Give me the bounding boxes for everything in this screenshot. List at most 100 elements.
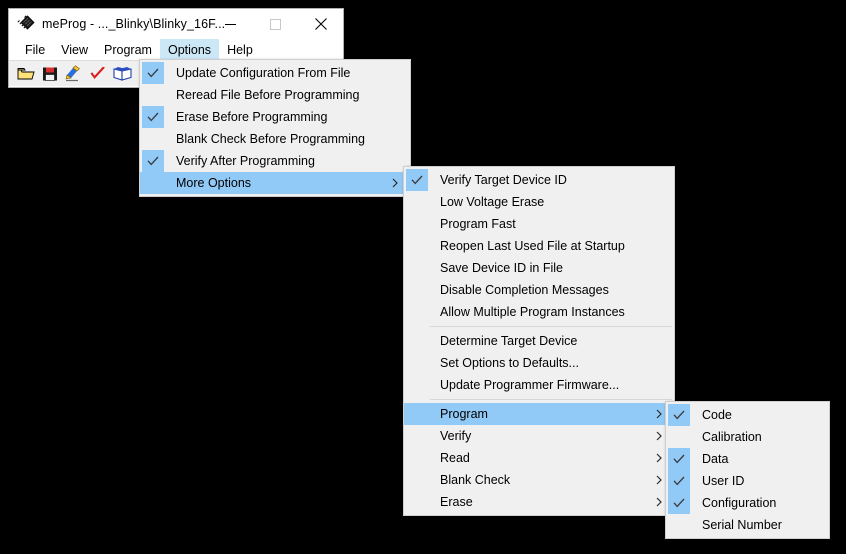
save-file-icon[interactable] (39, 63, 61, 85)
menu-item-calibration[interactable]: Calibration (666, 426, 829, 448)
checkmark-slot (406, 447, 428, 469)
more-options-menu: Verify Target Device ID Low Voltage Eras… (403, 166, 675, 516)
chip-icon (17, 15, 35, 33)
checkmark-slot (406, 374, 428, 396)
checkmark-slot (406, 257, 428, 279)
checkmark-slot (406, 425, 428, 447)
menu-separator (430, 399, 672, 400)
menu-item-code[interactable]: Code (666, 404, 829, 426)
menu-item-low-voltage-erase[interactable]: Low Voltage Erase (404, 191, 674, 213)
window-controls (208, 9, 343, 39)
menu-item-save-device-id-in-file[interactable]: Save Device ID in File (404, 257, 674, 279)
close-button[interactable] (298, 9, 343, 39)
checkmark-slot (406, 191, 428, 213)
menu-item-label: Reread File Before Programming (176, 88, 360, 102)
open-file-icon[interactable] (15, 63, 37, 85)
checkmark-slot (142, 84, 164, 106)
checkmark-icon (406, 169, 428, 191)
menu-item-label: Update Configuration From File (176, 66, 351, 80)
menu-item-label: Update Programmer Firmware... (440, 378, 620, 392)
checkmark-slot (142, 172, 164, 194)
menu-item-determine-target-device[interactable]: Determine Target Device (404, 330, 674, 352)
menu-item-label: More Options (176, 176, 252, 190)
menu-item-disable-completion-messages[interactable]: Disable Completion Messages (404, 279, 674, 301)
menu-item-configuration[interactable]: Configuration (666, 492, 829, 514)
menu-item-label: Blank Check Before Programming (176, 132, 365, 146)
menu-item-label: Save Device ID in File (440, 261, 563, 275)
menu-bar-item-program[interactable]: Program (96, 39, 160, 60)
menu-item-label: Program Fast (440, 217, 516, 231)
menu-item-update-programmer-firmware[interactable]: Update Programmer Firmware... (404, 374, 674, 396)
verify-device-icon[interactable] (87, 63, 109, 85)
checkmark-slot (406, 469, 428, 491)
menu-item-label: Disable Completion Messages (440, 283, 609, 297)
menu-item-reopen-last-used-file-at-startup[interactable]: Reopen Last Used File at Startup (404, 235, 674, 257)
menu-bar-label: View (61, 42, 89, 57)
menu-separator (430, 326, 672, 327)
checkmark-slot (406, 235, 428, 257)
checkmark-icon (668, 470, 690, 492)
menu-item-label: Verify (440, 429, 472, 443)
menu-item-allow-multiple-program-instances[interactable]: Allow Multiple Program Instances (404, 301, 674, 323)
menu-bar-item-options[interactable]: Options (159, 39, 220, 60)
program-submenu: Code Calibration Data User ID Configurat… (665, 401, 830, 539)
menu-item-program-fast[interactable]: Program Fast (404, 213, 674, 235)
menu-item-label: Reopen Last Used File at Startup (440, 239, 625, 253)
menu-bar-label: Options (167, 42, 212, 57)
checkmark-slot (668, 514, 690, 536)
menu-item-label: Data (702, 452, 729, 466)
title-bar[interactable]: meProg - ..._Blinky\Blinky_16F... (9, 9, 343, 39)
checkmark-icon (668, 404, 690, 426)
chevron-right-icon (656, 475, 662, 485)
menu-item-verify[interactable]: Verify (404, 425, 674, 447)
menu-bar-item-help[interactable]: Help (219, 39, 261, 60)
chevron-right-icon (656, 497, 662, 507)
checkmark-icon (142, 62, 164, 84)
menu-item-label: User ID (702, 474, 745, 488)
menu-item-verify-target-device-id[interactable]: Verify Target Device ID (404, 169, 674, 191)
menu-item-label: Program (440, 407, 488, 421)
menu-item-label: Set Options to Defaults... (440, 356, 579, 370)
checkmark-slot (406, 403, 428, 425)
checkmark-icon (668, 492, 690, 514)
menu-item-update-configuration-from-file[interactable]: Update Configuration From File (140, 62, 410, 84)
checkmark-slot (668, 426, 690, 448)
menu-item-set-options-to-defaults[interactable]: Set Options to Defaults... (404, 352, 674, 374)
menu-item-user-id[interactable]: User ID (666, 470, 829, 492)
menu-item-blank-check-before-programming[interactable]: Blank Check Before Programming (140, 128, 410, 150)
menu-item-blank-check[interactable]: Blank Check (404, 469, 674, 491)
menu-item-label: Erase (440, 495, 473, 509)
menu-item-verify-after-programming[interactable]: Verify After Programming (140, 150, 410, 172)
menu-item-read[interactable]: Read (404, 447, 674, 469)
checkmark-icon (142, 150, 164, 172)
menu-bar-label: File (25, 42, 46, 57)
checkmark-slot (406, 491, 428, 513)
menu-bar-item-view[interactable]: View (53, 39, 96, 60)
menu-item-label: Serial Number (702, 518, 782, 532)
read-device-icon[interactable] (111, 63, 133, 85)
menu-bar-label: Program (104, 42, 152, 57)
menu-item-program[interactable]: Program (404, 403, 674, 425)
minimize-button[interactable] (208, 9, 253, 39)
menu-item-erase[interactable]: Erase (404, 491, 674, 513)
chevron-right-icon (656, 453, 662, 463)
menu-item-erase-before-programming[interactable]: Erase Before Programming (140, 106, 410, 128)
checkmark-slot (406, 330, 428, 352)
menu-item-reread-file-before-programming[interactable]: Reread File Before Programming (140, 84, 410, 106)
chevron-right-icon (392, 178, 398, 188)
menu-item-label: Verify Target Device ID (440, 173, 567, 187)
menu-item-label: Determine Target Device (440, 334, 578, 348)
menu-item-label: Low Voltage Erase (440, 195, 545, 209)
menu-item-more-options[interactable]: More Options (140, 172, 410, 194)
menu-item-label: Code (702, 408, 732, 422)
program-device-icon[interactable] (63, 63, 85, 85)
checkmark-slot (406, 279, 428, 301)
menu-item-label: Allow Multiple Program Instances (440, 305, 625, 319)
menu-bar-item-file[interactable]: File (17, 39, 53, 60)
checkmark-slot (406, 352, 428, 374)
checkmark-slot (142, 128, 164, 150)
menu-bar: File View Program Options Help (9, 39, 343, 60)
menu-item-data[interactable]: Data (666, 448, 829, 470)
maximize-button[interactable] (253, 9, 298, 39)
menu-item-serial-number[interactable]: Serial Number (666, 514, 829, 536)
